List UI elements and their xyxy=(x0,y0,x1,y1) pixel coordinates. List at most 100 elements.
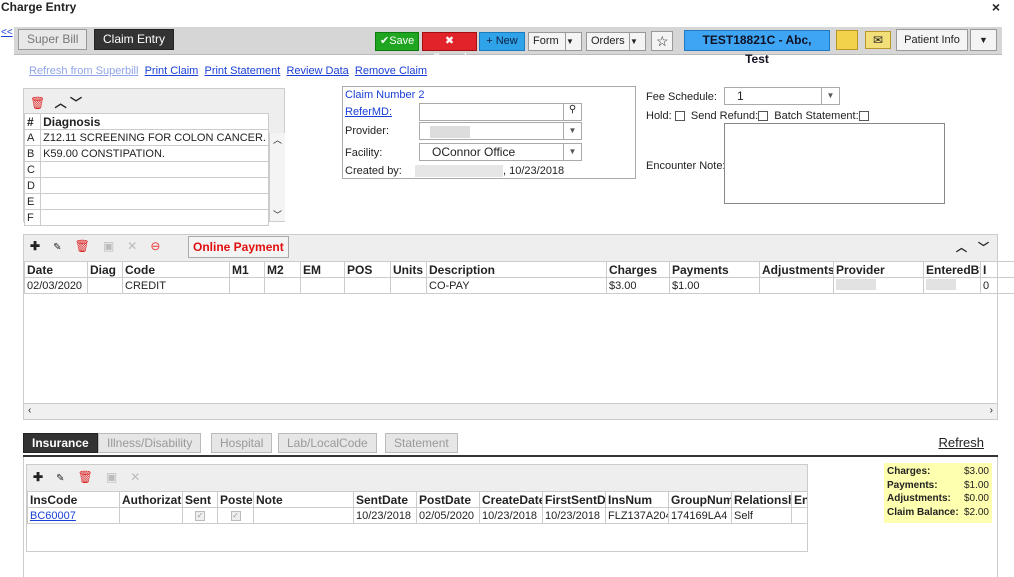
cell-charges[interactable]: $3.00 xyxy=(606,277,670,294)
patient-badge[interactable]: TEST18821C - Abc, Test xyxy=(684,30,830,66)
cancel-button[interactable]: ✖ Cancel xyxy=(422,32,477,64)
table-row[interactable]: E xyxy=(23,193,269,210)
cell-sent[interactable]: ✓ xyxy=(182,507,218,524)
cell-code[interactable]: CREDIT xyxy=(122,277,230,294)
add-icon[interactable]: ✚ xyxy=(33,470,43,484)
cell-provider[interactable] xyxy=(833,277,924,294)
cell-payments[interactable]: $1.00 xyxy=(669,277,760,294)
save-button[interactable]: ✔Save xyxy=(375,32,419,51)
cell-extra[interactable]: 0 xyxy=(980,277,1014,294)
col-em[interactable]: EM xyxy=(300,261,345,278)
refer-md-link[interactable]: ReferMD: xyxy=(345,106,392,118)
cell-sentdate[interactable]: 10/23/2018 xyxy=(353,507,417,524)
cell-note[interactable] xyxy=(253,507,354,524)
close-icon[interactable]: ✕ xyxy=(130,470,140,484)
trash-icon[interactable]: 🗑 xyxy=(75,239,90,253)
cell-entered-by[interactable] xyxy=(923,277,981,294)
cell-m1[interactable] xyxy=(229,277,265,294)
facility-select[interactable]: OConnor Office ▼ xyxy=(419,143,582,161)
chevron-up-icon[interactable]: ︿ xyxy=(956,239,967,255)
fee-schedule-select[interactable]: 1 ▼ xyxy=(724,87,840,105)
col-provider[interactable]: Provider xyxy=(833,261,924,278)
refer-md-input[interactable]: ⚲ xyxy=(419,103,582,121)
diag-value[interactable] xyxy=(40,209,269,226)
cell-createdate[interactable]: 10/23/2018 xyxy=(479,507,543,524)
charges-hscrollbar[interactable]: ‹ › xyxy=(24,403,997,419)
inscode-link[interactable]: BC60007 xyxy=(30,510,76,522)
col-code[interactable]: Code xyxy=(122,261,230,278)
chevron-down-icon[interactable]: ﹀ xyxy=(70,94,82,111)
table-row[interactable]: B K59.00 CONSTIPATION. xyxy=(23,145,269,162)
tab-super-bill[interactable]: Super Bill xyxy=(18,29,88,50)
diag-value[interactable] xyxy=(40,193,269,210)
col-inscode[interactable]: InsCode xyxy=(27,491,120,508)
menu-chevron-icon[interactable]: ▼ xyxy=(970,29,997,51)
provider-select[interactable]: ▼ xyxy=(419,122,582,140)
col-authorization[interactable]: Authorizat xyxy=(119,491,183,508)
back-link[interactable]: << xyxy=(1,27,13,38)
close-icon[interactable]: ✕ xyxy=(127,239,137,253)
batch-statement-checkbox[interactable] xyxy=(858,111,869,122)
save-disk-icon[interactable]: ▣ xyxy=(106,470,117,484)
col-en[interactable]: En xyxy=(791,491,808,508)
sent-checkbox[interactable]: ✓ xyxy=(195,510,205,521)
form-dropdown[interactable]: Form ▼ xyxy=(528,32,582,51)
col-posted[interactable]: Postec xyxy=(217,491,254,508)
online-payment-button[interactable]: Online Payment xyxy=(188,236,289,258)
table-row[interactable]: D xyxy=(23,177,269,194)
send-refund-checkbox[interactable] xyxy=(758,111,769,122)
save-disk-icon[interactable]: ▣ xyxy=(103,239,114,253)
col-diag[interactable]: Diag xyxy=(87,261,123,278)
chevron-left-icon[interactable]: ‹ xyxy=(28,405,31,416)
col-units[interactable]: Units xyxy=(390,261,427,278)
table-row[interactable]: F xyxy=(23,209,269,226)
cell-groupnum[interactable]: 174169LA4 xyxy=(668,507,732,524)
col-date[interactable]: Date xyxy=(24,261,88,278)
col-description[interactable]: Description xyxy=(426,261,607,278)
diag-value[interactable] xyxy=(40,161,269,178)
trash-icon[interactable]: 🗑 xyxy=(78,470,93,484)
diagnosis-scrollbar[interactable]: ︿ ﹀ xyxy=(269,133,285,221)
col-entered-by[interactable]: EnteredBy xyxy=(923,261,981,278)
col-groupnum[interactable]: GroupNum xyxy=(668,491,732,508)
edit-icon[interactable]: ✎ xyxy=(56,473,64,484)
diag-value[interactable] xyxy=(40,177,269,194)
tab-lab-localcode[interactable]: Lab/LocalCode xyxy=(278,433,377,453)
orders-dropdown[interactable]: Orders ▼ xyxy=(586,32,646,51)
col-m1[interactable]: M1 xyxy=(229,261,265,278)
refresh-link[interactable]: Refresh xyxy=(938,435,984,450)
cell-en[interactable] xyxy=(791,507,808,524)
chevron-right-icon[interactable]: › xyxy=(990,405,993,416)
tab-hospital[interactable]: Hospital xyxy=(211,433,273,453)
col-pos[interactable]: POS xyxy=(344,261,391,278)
table-row[interactable]: C xyxy=(23,161,269,178)
tab-statement[interactable]: Statement xyxy=(385,433,458,453)
col-note[interactable]: Note xyxy=(253,491,354,508)
cell-date[interactable]: 02/03/2020 xyxy=(24,277,88,294)
folder-icon[interactable] xyxy=(836,30,858,50)
diag-value[interactable]: Z12.11 SCREENING FOR COLON CANCER. xyxy=(40,129,269,146)
refresh-superbill-link[interactable]: Refresh from Superbill xyxy=(29,65,138,77)
col-charges[interactable]: Charges xyxy=(606,261,670,278)
encounter-note-input[interactable] xyxy=(724,123,945,204)
diag-value[interactable]: K59.00 CONSTIPATION. xyxy=(40,145,269,162)
col-sentdate[interactable]: SentDate xyxy=(353,491,417,508)
edit-icon[interactable]: ✎ xyxy=(53,242,61,253)
trash-icon[interactable]: 🗑 xyxy=(30,96,45,110)
col-adjustments[interactable]: Adjustments xyxy=(759,261,834,278)
chevron-up-icon[interactable]: ︿ xyxy=(270,133,285,146)
cell-diag[interactable] xyxy=(87,277,123,294)
cell-m2[interactable] xyxy=(264,277,301,294)
col-relationship[interactable]: Relationshi xyxy=(731,491,792,508)
cell-description[interactable]: CO-PAY xyxy=(426,277,607,294)
col-sent[interactable]: Sent xyxy=(182,491,218,508)
chevron-down-icon[interactable]: ﹀ xyxy=(978,239,989,255)
chevron-down-icon[interactable]: ﹀ xyxy=(270,208,285,221)
print-claim-link[interactable]: Print Claim xyxy=(145,65,199,77)
col-insnum[interactable]: InsNum xyxy=(605,491,669,508)
cell-firstsentdate[interactable]: 10/23/2018 xyxy=(542,507,606,524)
tab-insurance[interactable]: Insurance xyxy=(23,433,98,453)
table-row[interactable]: 02/03/2020 CREDIT CO-PAY $3.00 $1.00 0 xyxy=(24,277,1014,294)
mail-icon[interactable]: ✉ xyxy=(865,31,891,49)
tab-claim-entry[interactable]: Claim Entry xyxy=(94,29,175,50)
